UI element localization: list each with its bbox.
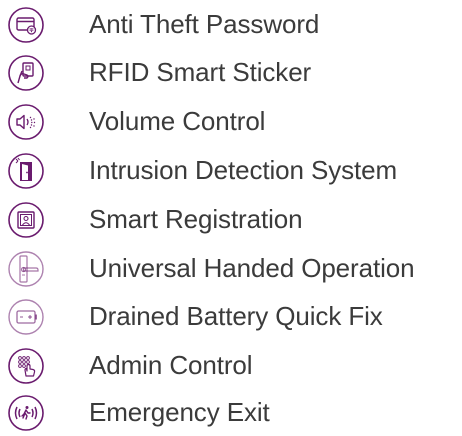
feature-label-anti-theft-password: Anti Theft Password <box>89 9 320 39</box>
feature-label-drained-battery-quick-fix: Drained Battery Quick Fix <box>89 301 383 331</box>
keypad-touch-icon <box>7 347 45 385</box>
rfid-sticker-icon <box>7 54 45 92</box>
list-item-emergency-exit: Emergency Exit <box>0 390 462 436</box>
feature-label-smart-registration: Smart Registration <box>89 204 303 234</box>
intrusion-door-icon <box>7 152 45 190</box>
feature-label-emergency-exit: Emergency Exit <box>89 397 270 427</box>
door-handle-icon <box>7 250 45 288</box>
feature-list: Anti Theft Password RFID Smart Sticker V… <box>0 0 462 436</box>
feature-label-rfid-smart-sticker: RFID Smart Sticker <box>89 57 312 87</box>
feature-label-admin-control: Admin Control <box>89 350 253 380</box>
list-item-drained-battery-quick-fix: Drained Battery Quick Fix <box>0 294 462 340</box>
feature-label-universal-handed-operation: Universal Handed Operation <box>89 253 415 283</box>
feature-label-volume-control: Volume Control <box>89 106 266 136</box>
card-password-icon <box>7 6 45 44</box>
feature-label-intrusion-detection-system: Intrusion Detection System <box>89 155 398 185</box>
emergency-exit-icon <box>7 394 45 432</box>
list-item-anti-theft-password: Anti Theft Password <box>0 2 462 48</box>
list-item-universal-handed-operation: Universal Handed Operation <box>0 246 462 292</box>
battery-icon <box>7 298 45 336</box>
list-item-volume-control: Volume Control <box>0 99 462 145</box>
list-item-intrusion-detection-system: Intrusion Detection System <box>0 148 462 194</box>
volume-icon <box>7 103 45 141</box>
list-item-rfid-smart-sticker: RFID Smart Sticker <box>0 50 462 96</box>
list-item-admin-control: Admin Control <box>0 343 462 389</box>
list-item-smart-registration: Smart Registration <box>0 197 462 243</box>
registration-id-icon <box>7 201 45 239</box>
